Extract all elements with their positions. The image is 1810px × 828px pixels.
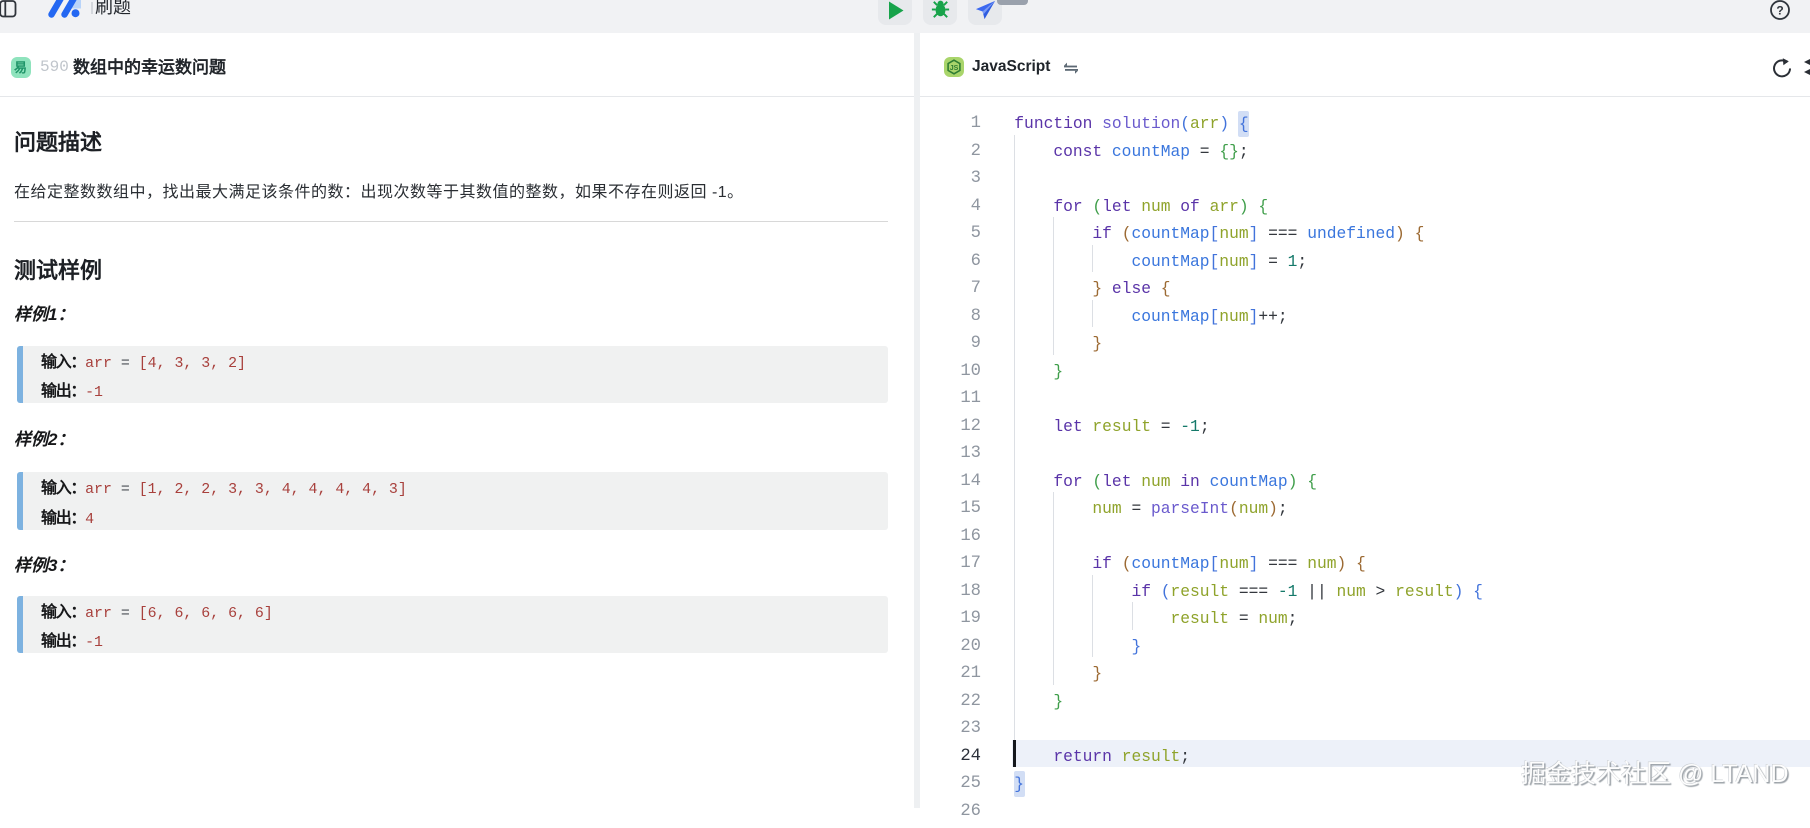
svg-text:JS: JS (950, 65, 959, 72)
svg-text:?: ? (1776, 4, 1783, 18)
